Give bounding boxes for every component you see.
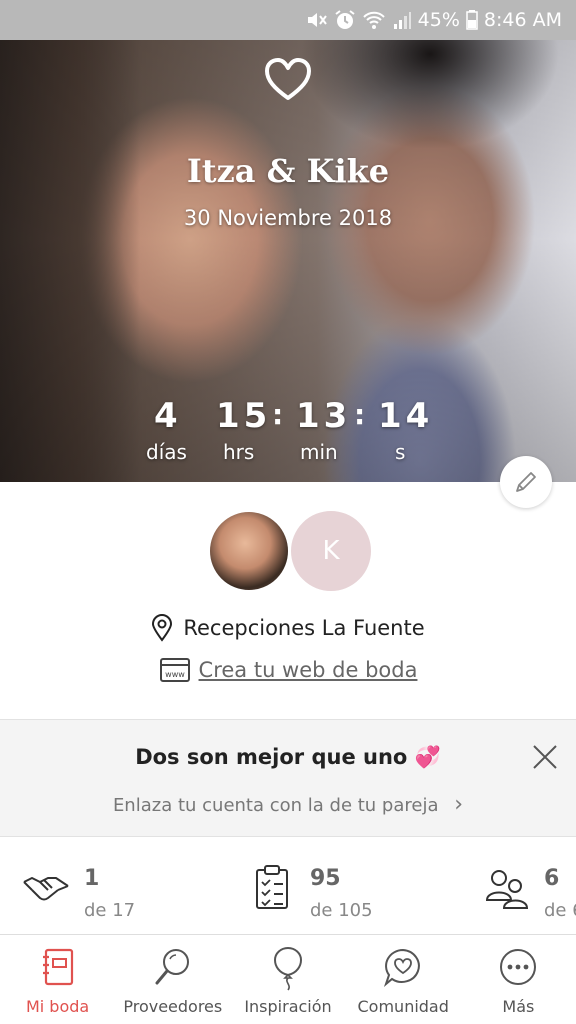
battery-icon xyxy=(466,10,478,30)
countdown-separator: : xyxy=(354,398,366,431)
guests-icon xyxy=(485,870,529,909)
countdown-hours-label: hrs xyxy=(223,440,255,464)
couple-names: Itza & Kike xyxy=(186,152,390,190)
stat-tasks-value: 95 xyxy=(310,866,341,891)
stat-guests-total: de 6 xyxy=(544,900,576,921)
chat-heart-icon xyxy=(384,948,421,987)
close-icon[interactable] xyxy=(530,742,560,772)
clock-time: 8:46 AM xyxy=(483,9,562,31)
nav-item-comunidad[interactable]: Comunidad xyxy=(346,935,461,1024)
battery-percent: 45% xyxy=(417,9,460,31)
bottom-nav: Mi boda Proveedores Inspiración Comunida… xyxy=(0,934,576,1024)
countdown-minutes-value: 13 xyxy=(296,396,352,436)
partner-initial: K xyxy=(322,536,340,566)
nav-label: Comunidad xyxy=(357,997,449,1016)
nav-label: Proveedores xyxy=(123,997,223,1016)
svg-text:www: www xyxy=(165,670,185,679)
stat-vendors-total: de 17 xyxy=(84,900,136,921)
nav-item-inspiracion[interactable]: Inspiración xyxy=(230,935,345,1024)
nav-item-proveedores[interactable]: Proveedores xyxy=(115,935,230,1024)
heart-icon xyxy=(265,58,311,100)
more-icon xyxy=(500,949,537,985)
link-partner-account[interactable]: Enlaza tu cuenta con la de tu pareja › xyxy=(0,792,576,817)
status-bar: 45% 8:46 AM xyxy=(0,0,576,40)
stats-row: 1 de 17 95 de 105 6 de 6 xyxy=(0,838,576,934)
partner-avatar[interactable]: K xyxy=(288,508,374,594)
countdown-minutes-label: min xyxy=(300,440,338,464)
signal-icon xyxy=(392,10,412,30)
nav-item-mas[interactable]: Más xyxy=(461,935,576,1024)
wifi-icon xyxy=(362,10,386,30)
countdown-seconds-label: s xyxy=(395,440,406,464)
notebook-icon xyxy=(42,948,73,986)
stat-tasks-total: de 105 xyxy=(310,900,373,921)
nav-item-mi-boda[interactable]: Mi boda xyxy=(0,935,115,1024)
stat-tasks[interactable]: 95 de 105 xyxy=(254,860,414,921)
location-pin-icon xyxy=(152,614,173,642)
search-icon xyxy=(155,949,189,985)
countdown-days-label: días xyxy=(146,440,187,464)
mute-icon xyxy=(306,10,328,30)
nav-label: Mi boda xyxy=(25,997,90,1016)
alarm-icon xyxy=(334,9,356,31)
countdown-separator: : xyxy=(272,398,284,431)
wedding-date: 30 Noviembre 2018 xyxy=(183,206,393,230)
create-website-link[interactable]: Crea tu web de boda xyxy=(199,658,418,682)
countdown: 4 días 15 hrs : 13 min : 14 s xyxy=(0,396,576,476)
partner-link-banner: Dos son mejor que uno 💞 Enlaza tu cuenta… xyxy=(0,719,576,837)
stat-vendors-value: 1 xyxy=(84,866,100,891)
link-partner-text: Enlaza tu cuenta con la de tu pareja xyxy=(112,795,439,816)
countdown-seconds-value: 14 xyxy=(378,396,434,436)
pencil-icon xyxy=(516,472,536,492)
nav-label: Más xyxy=(502,997,535,1016)
countdown-hours-value: 15 xyxy=(216,396,272,436)
partner-banner-title: Dos son mejor que uno 💞 xyxy=(135,745,441,769)
venue-row[interactable]: Recepciones La Fuente xyxy=(0,612,576,644)
avatar[interactable] xyxy=(208,510,290,592)
nav-label: Inspiración xyxy=(244,997,332,1016)
handshake-icon xyxy=(23,877,69,901)
browser-window-icon: www xyxy=(159,658,190,682)
chevron-right-icon: › xyxy=(454,792,464,817)
edit-button[interactable] xyxy=(500,456,552,508)
balloon-icon xyxy=(273,947,303,991)
countdown-days-value: 4 xyxy=(154,396,182,436)
couple-avatars: K xyxy=(208,508,374,594)
web-row[interactable]: www Crea tu web de boda xyxy=(0,654,576,686)
checklist-icon xyxy=(256,865,288,909)
stat-guests[interactable]: 6 de 6 xyxy=(484,860,576,921)
stat-guests-value: 6 xyxy=(544,866,560,891)
stat-vendors[interactable]: 1 de 17 xyxy=(22,860,182,921)
venue-name: Recepciones La Fuente xyxy=(183,616,425,640)
